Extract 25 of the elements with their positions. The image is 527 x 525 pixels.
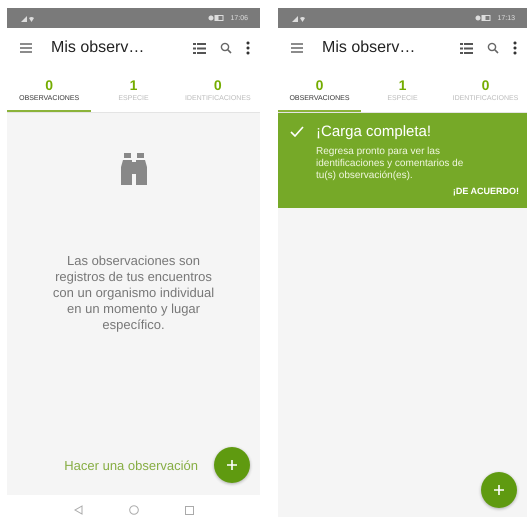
signal-wifi-icon [292,14,306,22]
add-button[interactable] [481,472,517,508]
battery-icon [475,15,492,21]
screen-title: Mis observ… [51,39,146,57]
plus-icon [227,460,237,470]
signal-wifi-icon [21,14,35,22]
screen-title: Mis observ… [322,39,416,57]
empty-state-text: Las observaciones son registros de tus encuentros con un organismo individual en un momento y lugar específico. [52,253,216,333]
more-options-icon[interactable] [513,41,517,55]
search-icon[interactable] [220,42,232,54]
list-view-icon[interactable] [193,42,206,54]
add-button[interactable] [214,447,250,483]
banner-title: ¡Carga completa! [316,123,432,140]
checkmark-icon [290,126,304,137]
agree-button[interactable]: ¡DE ACUERDO! [452,182,519,200]
more-options-icon[interactable] [246,41,250,55]
menu-icon[interactable] [290,42,304,54]
binoculars-icon [120,153,146,185]
search-icon[interactable] [487,42,499,54]
make-observation-link[interactable]: Hacer una observación [64,458,198,472]
list-view-icon[interactable] [460,42,473,54]
plus-icon [494,485,504,495]
menu-icon[interactable] [19,42,33,54]
banner-message: Regresa pronto para ver las identificaciones y comentarios de tu(s) observación(es). [316,146,464,182]
battery-icon [208,15,224,21]
